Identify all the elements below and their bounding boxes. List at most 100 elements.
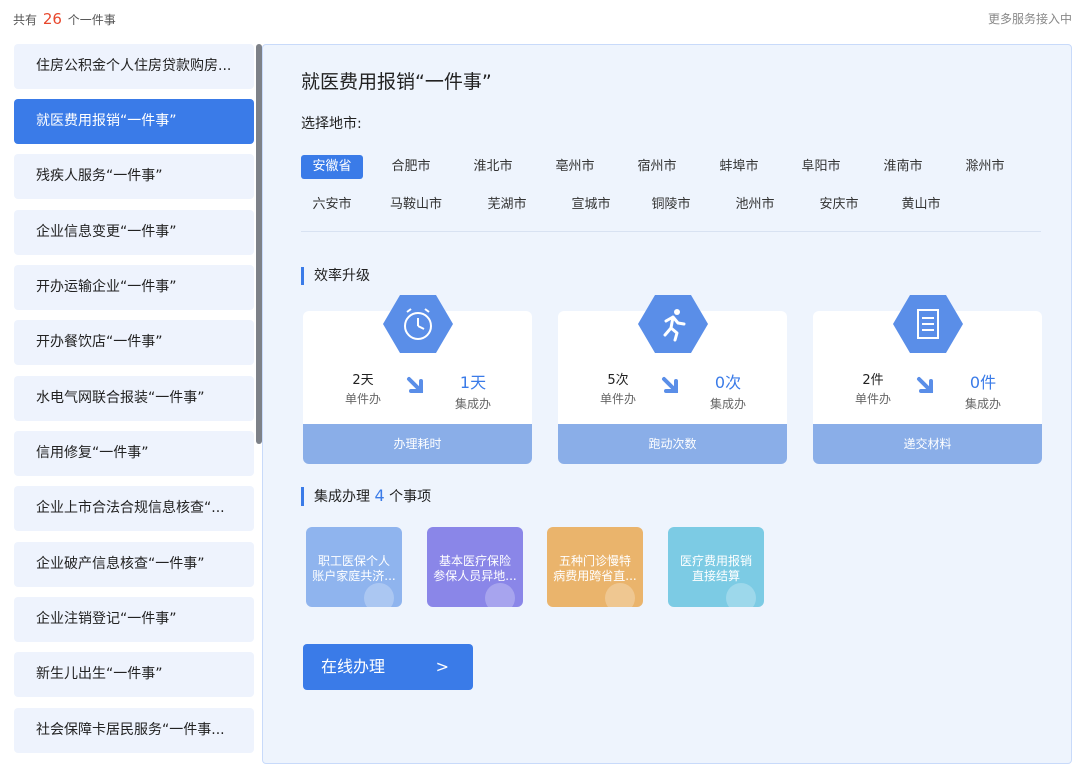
efficiency-card-time: 2天 单件办 1天 集成办 办理耗时 [303,295,532,464]
sidebar-item-label: 残疾人服务“一件事” [36,168,163,184]
sidebar-item-transport-enterprise[interactable]: 开办运输企业“一件事” [14,265,254,310]
tile-line2: 账户家庭共济... [312,569,396,583]
sidebar-item-housing-fund[interactable]: 住房公积金个人住房贷款购房... [14,44,254,89]
city-option-wuhu[interactable]: 芜湖市 [477,193,537,217]
before-block: 2件 单件办 [843,369,903,407]
integrated-item-direct-settlement[interactable]: 医疗费用报销 直接结算 [668,527,764,607]
integrated-item-employee-insurance[interactable]: 职工医保个人 账户家庭共济... [306,527,402,607]
tile-line2: 直接结算 [691,569,740,583]
after-label: 集成办 [964,397,1001,411]
sidebar-item-label: 水电气网联合报装“一件事” [36,390,205,406]
before-label: 单件办 [854,392,891,406]
top-bar: 共有 26 个一件事 更多服务接入中 [0,0,1080,36]
before-label: 单件办 [344,392,381,406]
city-select-label: 选择地市: [301,116,362,132]
sidebar-item-label: 社会保障卡居民服务“一件事... [36,722,225,738]
clock-icon [383,295,453,353]
integrated-section-title: 集成办理 4 个事项 [301,487,431,506]
sidebar-item-label: 住房公积金个人住房贷款购房... [36,58,232,74]
efficiency-card-materials: 2件 单件办 0件 集成办 递交材料 [813,295,1042,464]
city-option-xuancheng[interactable]: 宣城市 [561,193,621,217]
after-label: 集成办 [454,397,491,411]
service-count: 共有 26 个一件事 [13,10,116,28]
count-prefix: 共有 [13,13,38,27]
tile-line1: 基本医疗保险 [438,554,511,568]
before-value: 5次 [607,373,629,388]
sidebar-item-restaurant[interactable]: 开办餐饮店“一件事” [14,320,254,365]
city-option-fuyang[interactable]: 阜阳市 [791,155,851,179]
before-block: 5次 单件办 [588,369,648,407]
online-apply-button[interactable]: 在线办理 > [303,644,473,690]
tile-decoration [605,583,635,607]
city-option-hefei[interactable]: 合肥市 [381,155,441,179]
sidebar-item-medical-reimbursement[interactable]: 就医费用报销“一件事” [14,99,254,144]
after-block: 1天 集成办 [443,369,503,412]
count-suffix: 个一件事 [67,13,116,27]
down-right-arrow-icon [407,377,423,393]
city-option-chizhou[interactable]: 池州市 [725,193,785,217]
detail-panel: 就医费用报销“一件事” 选择地市: 安徽省 合肥市 淮北市 亳州市 宿州市 蚌埠… [262,44,1072,764]
online-apply-label: 在线办理 [321,657,386,676]
sidebar-item-newborn[interactable]: 新生儿出生“一件事” [14,652,254,697]
down-right-arrow-icon [662,377,678,393]
efficiency-card-trips: 5次 单件办 0次 集成办 跑动次数 [558,295,787,464]
before-value: 2天 [352,373,374,388]
city-option-huangshan[interactable]: 黄山市 [891,193,951,217]
city-option-bengbu[interactable]: 蚌埠市 [709,155,769,179]
after-block: 0次 集成办 [698,369,758,412]
sidebar-item-label: 就医费用报销“一件事” [36,113,177,129]
divider [301,231,1041,232]
sidebar-item-deregistration[interactable]: 企业注销登记“一件事” [14,597,254,642]
tile-line1: 医疗费用报销 [679,554,752,568]
sidebar-item-label: 企业破产信息核查“一件事” [36,556,205,572]
sidebar-item-disability-service[interactable]: 残疾人服务“一件事” [14,154,254,199]
city-option-anhui[interactable]: 安徽省 [301,155,363,179]
sidebar-item-bankruptcy-verification[interactable]: 企业破产信息核查“一件事” [14,542,254,587]
city-option-tongling[interactable]: 铜陵市 [641,193,701,217]
tile-line2: 病费用跨省直... [553,569,637,583]
card-footer: 递交材料 [813,424,1042,464]
after-value: 1天 [459,373,487,392]
sidebar-item-label: 新生儿出生“一件事” [36,666,163,682]
sidebar-item-ipo-verification[interactable]: 企业上市合法合规信息核查“... [14,486,254,531]
city-option-huainan[interactable]: 淮南市 [873,155,933,179]
city-option-bozhou[interactable]: 亳州市 [545,155,605,179]
city-option-luan[interactable]: 六安市 [301,193,363,217]
city-option-huaibei[interactable]: 淮北市 [463,155,523,179]
page-title: 就医费用报销“一件事” [301,71,492,93]
sidebar-item-label: 企业注销登记“一件事” [36,611,177,627]
integrated-item-chronic-disease[interactable]: 五种门诊慢特 病费用跨省直... [547,527,643,607]
city-option-chuzhou[interactable]: 滁州市 [955,155,1015,179]
sidebar-item-enterprise-info-change[interactable]: 企业信息变更“一件事” [14,210,254,255]
sidebar-item-label: 信用修复“一件事” [36,445,149,461]
sidebar-item-label: 企业上市合法合规信息核查“... [36,500,225,516]
sidebar-item-label: 开办餐饮店“一件事” [36,334,163,350]
more-services-text: 更多服务接入中 [987,12,1072,26]
after-label: 集成办 [709,397,746,411]
efficiency-section-title: 效率升级 [301,267,370,285]
sidebar: 住房公积金个人住房贷款购房... 就医费用报销“一件事” 残疾人服务“一件事” … [14,44,254,760]
document-icon [893,295,963,353]
tile-line1: 五种门诊慢特 [558,554,631,568]
tile-decoration [485,583,515,607]
after-value: 0件 [969,373,997,392]
count-value: 26 [42,10,62,28]
sidebar-item-label: 企业信息变更“一件事” [36,224,177,240]
chevron-right-icon: > [435,657,449,676]
city-option-maanshan[interactable]: 马鞍山市 [381,193,451,217]
integrated-suffix: 个事项 [389,489,432,505]
integrated-count: 4 [374,486,385,505]
sidebar-item-credit-repair[interactable]: 信用修复“一件事” [14,431,254,476]
sidebar-item-social-security-card[interactable]: 社会保障卡居民服务“一件事... [14,708,254,753]
card-footer: 办理耗时 [303,424,532,464]
down-right-arrow-icon [917,377,933,393]
after-block: 0件 集成办 [953,369,1013,412]
city-option-anqing[interactable]: 安庆市 [809,193,869,217]
running-person-icon [638,295,708,353]
integrated-item-basic-insurance[interactable]: 基本医疗保险 参保人员异地... [427,527,523,607]
before-label: 单件办 [599,392,636,406]
city-option-suzhou[interactable]: 宿州市 [627,155,687,179]
after-value: 0次 [714,373,742,392]
before-value: 2件 [862,373,884,388]
sidebar-item-utilities[interactable]: 水电气网联合报装“一件事” [14,376,254,421]
